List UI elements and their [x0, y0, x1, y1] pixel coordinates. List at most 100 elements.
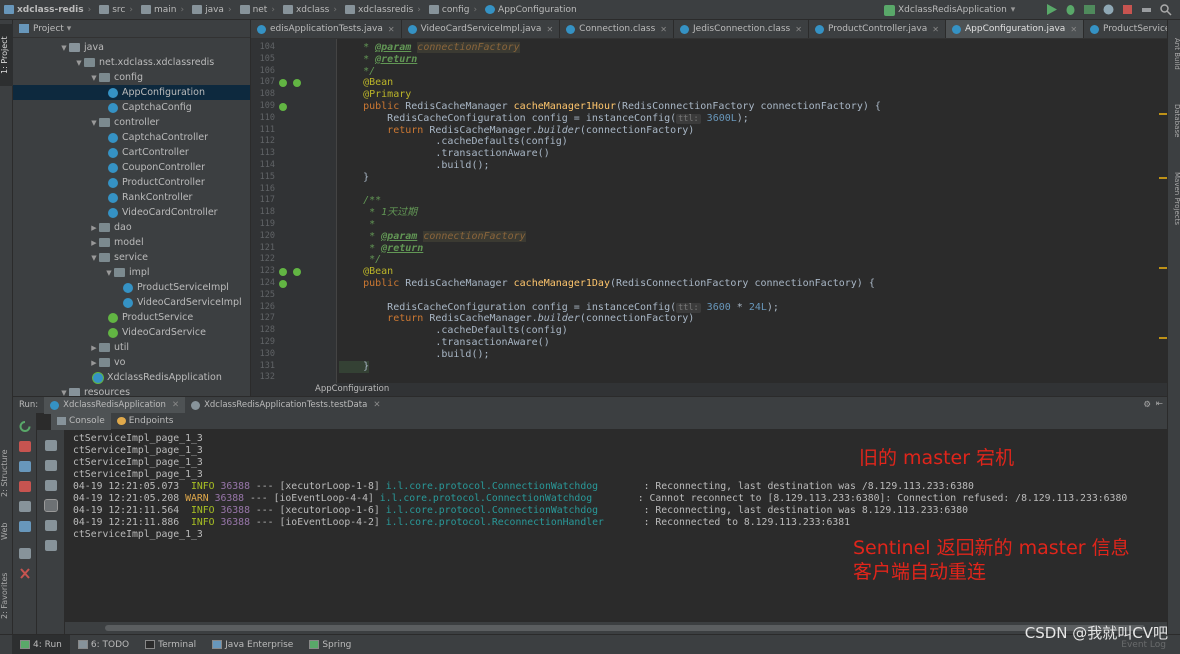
tool-tab-project[interactable]: 1: Project — [0, 24, 13, 86]
breadcrumb-main[interactable]: main › — [137, 5, 188, 15]
line-number[interactable]: 113 — [251, 148, 275, 158]
gear-icon[interactable]: ⚙ — [1143, 400, 1151, 410]
line-number[interactable]: 124 — [251, 278, 275, 288]
code-line[interactable]: } — [339, 172, 369, 184]
line-number[interactable]: 120 — [251, 231, 275, 241]
expanded-arrow-icon[interactable]: ▼ — [89, 74, 99, 82]
code-line[interactable]: * @return — [339, 54, 417, 66]
stop-icon[interactable] — [19, 441, 31, 452]
close-icon[interactable]: ✕ — [388, 25, 395, 34]
editor-tab-videocardserviceimpl-java[interactable]: VideoCardServiceImpl.java ✕ — [402, 20, 561, 38]
breadcrumb-appconfiguration[interactable]: AppConfiguration — [481, 5, 581, 15]
code-line[interactable]: */ — [339, 66, 375, 78]
expanded-arrow-icon[interactable]: ▼ — [59, 44, 69, 52]
code-line[interactable]: public RedisCacheManager cacheManager1Ho… — [339, 101, 881, 113]
tree-item-appconfiguration[interactable]: AppConfiguration — [13, 85, 250, 100]
debug-icon[interactable] — [1064, 3, 1077, 16]
breadcrumb-net[interactable]: net › — [236, 5, 279, 15]
code-line[interactable]: RedisCacheConfiguration config = instanc… — [339, 302, 779, 314]
line-number[interactable]: 105 — [251, 54, 275, 64]
breadcrumb-src[interactable]: src › — [95, 5, 137, 15]
editor-tab-jedisconnection-class[interactable]: JedisConnection.class ✕ — [674, 20, 809, 38]
run-config-selector[interactable]: XdclassRedisApplication ▾ — [884, 2, 1015, 18]
code-line[interactable]: @Bean — [339, 266, 393, 278]
bottom-tab-terminal[interactable]: Terminal — [137, 635, 204, 654]
line-number[interactable]: 111 — [251, 125, 275, 135]
code-line[interactable]: .build(); — [339, 160, 489, 172]
tree-item-impl[interactable]: ▼ impl — [13, 265, 250, 280]
line-number[interactable]: 132 — [251, 372, 275, 382]
exit-icon[interactable] — [19, 481, 31, 492]
code-line[interactable]: @Primary — [339, 89, 411, 101]
code-line[interactable]: .transactionAware() — [339, 148, 549, 160]
line-number[interactable]: 109 — [251, 101, 275, 111]
hide-icon[interactable]: ⇤ — [1156, 399, 1163, 409]
tree-item-java[interactable]: ▼ java — [13, 40, 250, 55]
bottom-tab-6-todo[interactable]: 6: TODO — [70, 635, 137, 654]
event-log-button[interactable]: Event Log — [1121, 640, 1166, 650]
close-icon[interactable]: ✕ — [373, 400, 380, 410]
breadcrumb-xdclassredis[interactable]: xdclassredis › — [341, 5, 425, 15]
tree-item-couponcontroller[interactable]: CouponController — [13, 160, 250, 175]
tree-item-videocardservice[interactable]: VideoCardService — [13, 325, 250, 340]
tree-item-captchaconfig[interactable]: CaptchaConfig — [13, 100, 250, 115]
close-icon[interactable] — [19, 568, 31, 579]
scrollbar-thumb[interactable] — [105, 625, 1145, 631]
line-number[interactable]: 114 — [251, 160, 275, 170]
line-number[interactable]: 123 — [251, 266, 275, 276]
dump-threads-icon[interactable] — [19, 521, 31, 532]
breadcrumb-xdclass[interactable]: xdclass › — [279, 5, 341, 15]
code-line[interactable]: /** — [339, 195, 381, 207]
line-number[interactable]: 106 — [251, 66, 275, 76]
collapsed-arrow-icon[interactable]: ▶ — [89, 359, 99, 367]
tree-item-productservice[interactable]: ProductService — [13, 310, 250, 325]
close-icon[interactable]: ✕ — [1070, 25, 1077, 34]
code-line[interactable]: .cacheDefaults(config) — [339, 325, 567, 337]
tree-item-cartcontroller[interactable]: CartController — [13, 145, 250, 160]
line-number[interactable]: 128 — [251, 325, 275, 335]
collapsed-arrow-icon[interactable]: ▶ — [89, 224, 99, 232]
run-icon[interactable] — [1045, 3, 1058, 16]
tree-item-videocardserviceimpl[interactable]: VideoCardServiceImpl — [13, 295, 250, 310]
run-tab-application[interactable]: XdclassRedisApplication ✕ — [44, 396, 186, 414]
tree-item-productserviceimpl[interactable]: ProductServiceImpl — [13, 280, 250, 295]
tool-tab-web[interactable]: Web — [0, 516, 13, 546]
spring-bean-gutter-icon[interactable] — [293, 268, 301, 277]
soft-wrap-icon[interactable] — [45, 480, 57, 491]
code-line[interactable]: public RedisCacheManager cacheManager1Da… — [339, 278, 875, 290]
code-line[interactable]: .transactionAware() — [339, 337, 549, 349]
expanded-arrow-icon[interactable]: ▼ — [89, 119, 99, 127]
code-line[interactable]: * @param connectionFactory — [339, 42, 520, 54]
pause-icon[interactable] — [19, 461, 31, 472]
code-line[interactable]: * 1天过期 — [339, 207, 417, 219]
profile-icon[interactable] — [1102, 3, 1115, 16]
warning-marker[interactable] — [1159, 177, 1167, 179]
down-arrow-icon[interactable] — [45, 460, 57, 471]
tree-item-model[interactable]: ▶ model — [13, 235, 250, 250]
line-number[interactable]: 127 — [251, 313, 275, 323]
editor-error-stripe[interactable] — [1157, 39, 1167, 383]
code-line[interactable]: @Bean — [339, 77, 393, 89]
console-horizontal-scrollbar[interactable] — [65, 622, 1167, 634]
rerun-icon[interactable] — [19, 421, 31, 432]
line-number[interactable]: 112 — [251, 136, 275, 146]
close-icon[interactable]: ✕ — [795, 25, 802, 34]
code-editor[interactable]: 104 105 106 107 108 109 110 111 112 113 114 115 116 1… — [251, 39, 1167, 383]
expanded-arrow-icon[interactable]: ▼ — [89, 254, 99, 262]
coverage-icon[interactable] — [1083, 3, 1096, 16]
tool-tab-maven-projects[interactable]: Maven Projects — [1169, 172, 1180, 242]
line-number[interactable]: 131 — [251, 361, 275, 371]
tree-item-productcontroller[interactable]: ProductController — [13, 175, 250, 190]
line-number[interactable]: 118 — [251, 207, 275, 217]
tree-item-dao[interactable]: ▶ dao — [13, 220, 250, 235]
line-number[interactable]: 117 — [251, 195, 275, 205]
collapsed-arrow-icon[interactable]: ▶ — [89, 239, 99, 247]
warning-marker[interactable] — [1159, 113, 1167, 115]
breadcrumb-config[interactable]: config › — [425, 5, 481, 15]
close-icon[interactable]: ✕ — [932, 25, 939, 34]
line-number[interactable]: 107 — [251, 77, 275, 87]
tree-item-videocardcontroller[interactable]: VideoCardController — [13, 205, 250, 220]
bottom-tab-4-run[interactable]: 4: Run — [12, 634, 70, 654]
bottom-tab-spring[interactable]: Spring — [301, 635, 359, 654]
close-icon[interactable]: ✕ — [660, 25, 667, 34]
